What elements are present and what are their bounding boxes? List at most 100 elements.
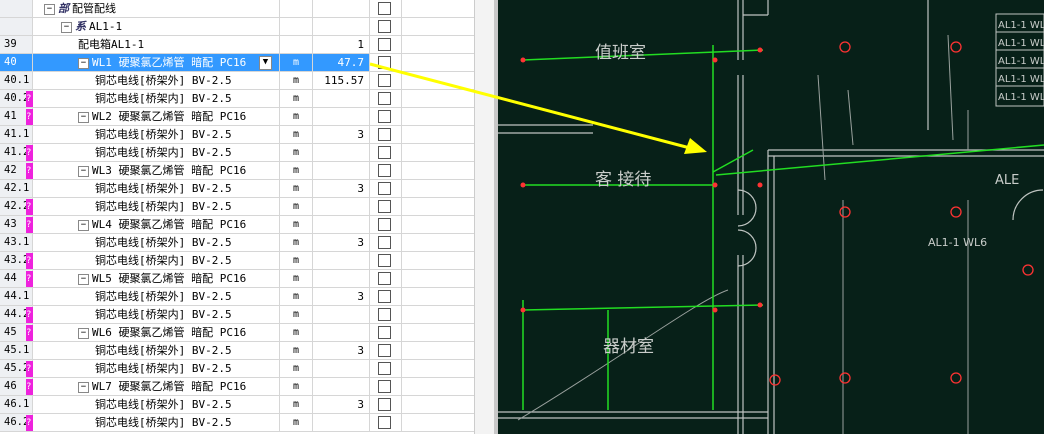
row-checkbox[interactable] [378,38,391,51]
unit-cell[interactable] [280,36,313,54]
collapse-toggle[interactable]: − [78,381,89,393]
item-name-cell[interactable]: − WL7 硬聚氯乙烯管 暗配 PC16 [33,378,280,396]
unit-cell[interactable]: m [280,270,313,288]
row-checkbox[interactable] [378,56,391,69]
quantity-cell[interactable] [313,306,370,324]
row-number[interactable]: 42.1 [0,180,33,198]
table-row[interactable]: 44? − WL5 硬聚氯乙烯管 暗配 PC16 m [0,270,474,288]
collapse-toggle[interactable]: − [61,21,72,33]
unit-cell[interactable]: m [280,234,313,252]
table-row[interactable]: 44.2? 铜芯电线[桥架内] BV-2.5 m [0,306,474,324]
table-row[interactable]: 42? − WL3 硬聚氯乙烯管 暗配 PC16 m [0,162,474,180]
row-checkbox[interactable] [378,74,391,87]
row-number[interactable]: 39 [0,36,33,54]
row-checkbox[interactable] [378,236,391,249]
item-name-cell[interactable]: − WL1 硬聚氯乙烯管 暗配 PC16 [33,54,280,72]
table-row[interactable]: 41.1 铜芯电线[桥架外] BV-2.5 m 3 [0,126,474,144]
row-checkbox[interactable] [378,254,391,267]
quantity-cell[interactable]: 3 [313,180,370,198]
unit-cell[interactable] [280,18,313,36]
item-name-cell[interactable]: 铜芯电线[桥架内] BV-2.5 [33,252,280,270]
row-checkbox[interactable] [378,290,391,303]
row-checkbox[interactable] [378,92,391,105]
row-checkbox[interactable] [378,380,391,393]
unit-cell[interactable]: m [280,414,313,432]
table-row[interactable]: 40− WL1 硬聚氯乙烯管 暗配 PC16 ▼ m 47.7 [0,54,474,72]
quantity-cell[interactable] [313,414,370,432]
table-row[interactable]: 40.1 铜芯电线[桥架外] BV-2.5 m 115.57 [0,72,474,90]
row-checkbox[interactable] [378,272,391,285]
table-row[interactable]: 46.2? 铜芯电线[桥架内] BV-2.5 m [0,414,474,432]
row-checkbox[interactable] [378,326,391,339]
table-row[interactable]: 41.2? 铜芯电线[桥架内] BV-2.5 m [0,144,474,162]
quantity-cell[interactable] [313,0,370,18]
quantity-cell[interactable] [313,324,370,342]
table-row[interactable]: 39 配电箱AL1-1 1 [0,36,474,54]
table-row[interactable]: − 部配管配线 [0,0,474,18]
quantity-cell[interactable] [313,162,370,180]
item-name-cell[interactable]: 配电箱AL1-1 [33,36,280,54]
quantity-cell[interactable] [313,216,370,234]
row-number[interactable] [0,0,33,18]
table-row[interactable]: 45? − WL6 硬聚氯乙烯管 暗配 PC16 m [0,324,474,342]
quantity-cell[interactable] [313,108,370,126]
quantity-cell[interactable] [313,144,370,162]
unit-cell[interactable]: m [280,108,313,126]
row-checkbox[interactable] [378,146,391,159]
table-row[interactable]: − 系 AL1-1 [0,18,474,36]
collapse-toggle[interactable]: − [78,111,89,123]
table-row[interactable]: 41? − WL2 硬聚氯乙烯管 暗配 PC16 m [0,108,474,126]
unit-cell[interactable]: m [280,72,313,90]
item-name-cell[interactable]: 铜芯电线[桥架外] BV-2.5 [33,396,280,414]
unit-cell[interactable]: m [280,252,313,270]
unit-cell[interactable]: m [280,288,313,306]
row-number[interactable]: 44.1 [0,288,33,306]
row-checkbox[interactable] [378,218,391,231]
unit-cell[interactable]: m [280,306,313,324]
item-name-cell[interactable]: − WL4 硬聚氯乙烯管 暗配 PC16 [33,216,280,234]
unit-cell[interactable]: m [280,396,313,414]
unit-cell[interactable]: m [280,90,313,108]
row-number[interactable]: 45.1 [0,342,33,360]
table-scroll-area[interactable] [474,0,495,434]
table-row[interactable]: 43.1 铜芯电线[桥架外] BV-2.5 m 3 [0,234,474,252]
row-checkbox[interactable] [378,164,391,177]
row-checkbox[interactable] [378,2,391,15]
unit-cell[interactable]: m [280,378,313,396]
row-checkbox[interactable] [378,362,391,375]
row-checkbox[interactable] [378,110,391,123]
row-checkbox[interactable] [378,416,391,429]
table-row[interactable]: 43? − WL4 硬聚氯乙烯管 暗配 PC16 m [0,216,474,234]
item-name-cell[interactable]: 铜芯电线[桥架内] BV-2.5 [33,360,280,378]
quantity-cell[interactable] [313,18,370,36]
quantity-cell[interactable] [313,252,370,270]
quantity-cell[interactable]: 47.7 [313,54,370,72]
collapse-toggle[interactable]: − [78,219,89,231]
quantity-cell[interactable] [313,198,370,216]
table-row[interactable]: 40.2? 铜芯电线[桥架内] BV-2.5 m [0,90,474,108]
collapse-toggle[interactable]: − [78,327,89,339]
quantity-cell[interactable] [313,270,370,288]
row-checkbox[interactable] [378,308,391,321]
table-row[interactable]: 42.1 铜芯电线[桥架外] BV-2.5 m 3 [0,180,474,198]
row-number[interactable] [0,18,33,36]
row-checkbox[interactable] [378,344,391,357]
collapse-toggle[interactable]: − [78,165,89,177]
unit-cell[interactable]: m [280,144,313,162]
row-number[interactable]: 40.1 [0,72,33,90]
row-number[interactable]: 46.1 [0,396,33,414]
item-name-cell[interactable]: 铜芯电线[桥架外] BV-2.5 [33,342,280,360]
item-name-cell[interactable]: − 部配管配线 [33,0,280,18]
quantity-cell[interactable] [313,360,370,378]
collapse-toggle[interactable]: − [78,57,89,69]
item-name-cell[interactable]: 铜芯电线[桥架外] BV-2.5 [33,126,280,144]
item-name-cell[interactable]: − WL6 硬聚氯乙烯管 暗配 PC16 [33,324,280,342]
unit-cell[interactable]: m [280,216,313,234]
table-row[interactable]: 45.1 铜芯电线[桥架外] BV-2.5 m 3 [0,342,474,360]
table-row[interactable]: 44.1 铜芯电线[桥架外] BV-2.5 m 3 [0,288,474,306]
item-name-cell[interactable]: − WL3 硬聚氯乙烯管 暗配 PC16 [33,162,280,180]
row-checkbox[interactable] [378,182,391,195]
collapse-toggle[interactable]: − [78,273,89,285]
item-name-cell[interactable]: 铜芯电线[桥架外] BV-2.5 [33,72,280,90]
row-checkbox[interactable] [378,128,391,141]
